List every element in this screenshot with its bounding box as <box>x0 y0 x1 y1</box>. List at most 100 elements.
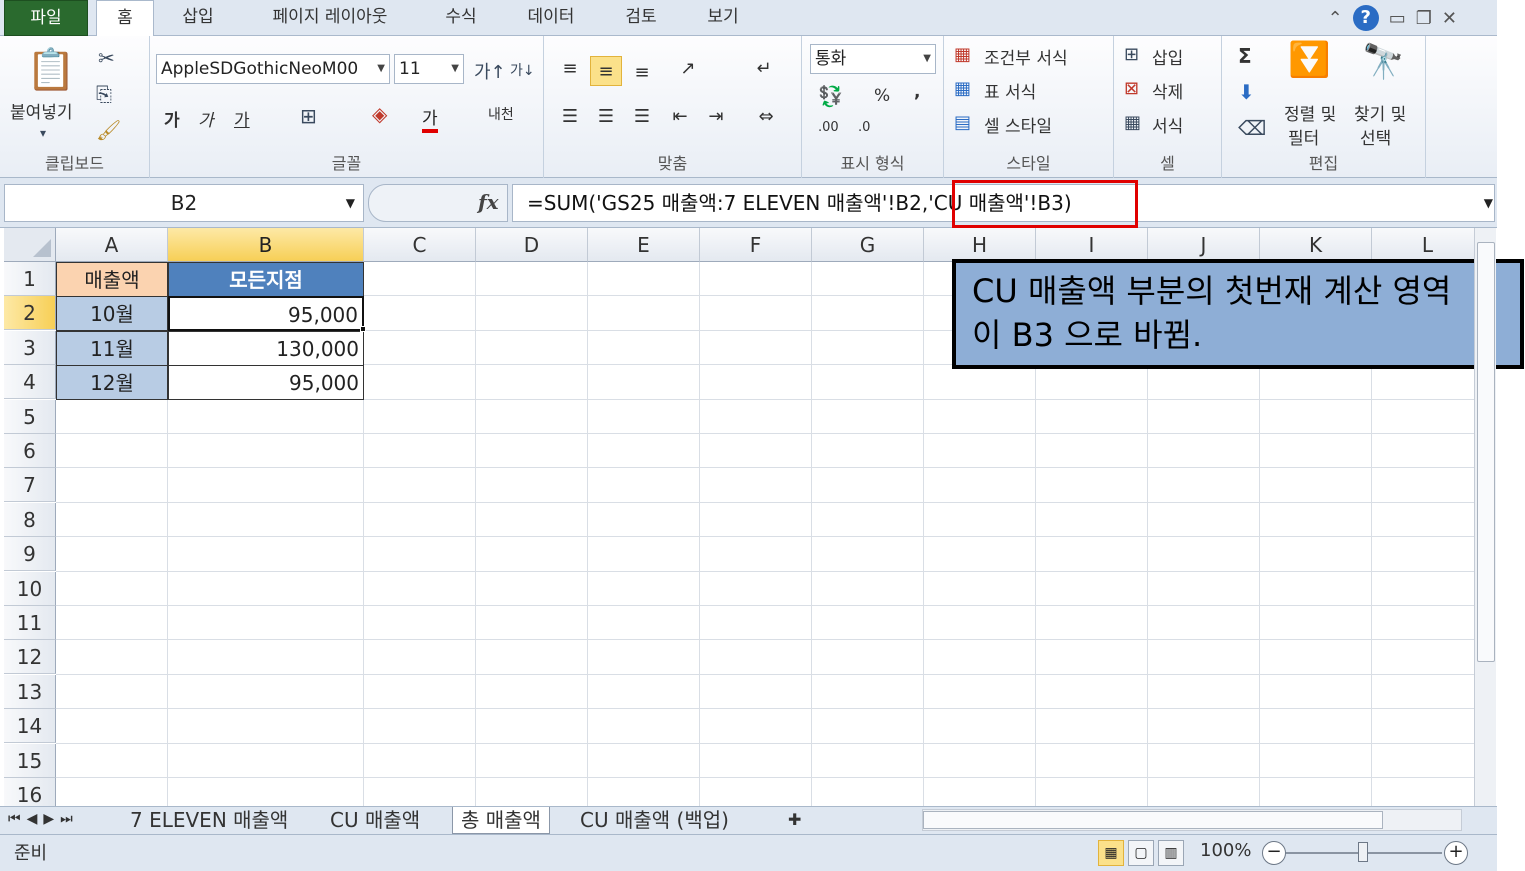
font-color-button[interactable]: 가 <box>422 104 438 133</box>
vertical-scrollbar[interactable] <box>1474 228 1496 806</box>
row-header-11[interactable]: 11 <box>4 606 56 640</box>
zoom-level[interactable]: 100% <box>1200 840 1251 861</box>
row-header-16[interactable]: 16 <box>4 778 56 806</box>
number-format-select[interactable]: 통화 ▼ <box>810 44 936 74</box>
cell-styles-button[interactable]: 셀 스타일 <box>984 112 1052 137</box>
name-box[interactable]: B2 ▼ <box>4 184 364 222</box>
row-header-12[interactable]: 12 <box>4 640 56 675</box>
cell-b1[interactable]: 모든지점 <box>168 262 364 297</box>
paste-button[interactable]: 붙여넣기 <box>10 98 73 123</box>
paste-icon[interactable]: 📋 <box>26 46 76 93</box>
tab-file[interactable]: 파일 <box>4 0 88 36</box>
autosum-button[interactable]: Σ <box>1238 44 1252 68</box>
sort-filter-label-1[interactable]: 정렬 및 <box>1284 100 1336 125</box>
italic-button[interactable]: 가 <box>198 106 214 131</box>
cell-a1[interactable]: 매출액 <box>56 262 168 297</box>
clear-icon[interactable]: ⌫ <box>1238 116 1266 140</box>
fill-color-icon[interactable]: ◈ <box>372 102 387 126</box>
paste-dropdown-icon[interactable]: ▾ <box>40 126 46 140</box>
cell-b2-active[interactable]: 95,000 <box>168 296 364 331</box>
cell-a3[interactable]: 11월 <box>56 331 168 366</box>
decrease-decimal-button[interactable]: .0 <box>858 120 870 135</box>
row-header-4[interactable]: 4 <box>4 365 56 400</box>
format-as-table-button[interactable]: 표 서식 <box>984 78 1036 103</box>
font-size-select[interactable]: 11 ▼ <box>394 54 464 84</box>
sort-filter-label-2[interactable]: 필터 <box>1288 124 1319 149</box>
find-select-label-1[interactable]: 찾기 및 <box>1354 100 1406 125</box>
row-header-7[interactable]: 7 <box>4 468 56 503</box>
page-layout-view-icon[interactable]: ▢ <box>1128 840 1154 866</box>
align-top-icon[interactable]: ≡ <box>554 54 586 84</box>
row-header-13[interactable]: 13 <box>4 674 56 709</box>
insert-cells-button[interactable]: 삽입 <box>1152 44 1183 69</box>
tab-page-layout[interactable]: 페이지 레이아웃 <box>250 0 410 36</box>
align-center-icon[interactable]: ☰ <box>590 102 622 132</box>
insert-function-icon[interactable]: fx <box>478 190 499 214</box>
column-header-g[interactable]: G <box>812 228 924 262</box>
expand-formula-icon[interactable]: ▼ <box>1484 196 1493 210</box>
column-header-a[interactable]: A <box>56 228 168 262</box>
column-header-d[interactable]: D <box>476 228 588 262</box>
help-icon[interactable]: ? <box>1352 5 1379 31</box>
horizontal-scrollbar[interactable] <box>922 809 1462 831</box>
font-name-select[interactable]: AppleSDGothicNeoM00 ▼ <box>156 54 390 84</box>
row-header-1[interactable]: 1 <box>4 262 56 296</box>
column-header-l[interactable]: L <box>1372 228 1474 262</box>
minimize-icon[interactable]: ▭ <box>1389 8 1406 29</box>
row-header-9[interactable]: 9 <box>4 537 56 572</box>
increase-indent-icon[interactable]: ⇥ <box>700 102 732 132</box>
cell-b3[interactable]: 130,000 <box>168 331 364 366</box>
align-left-icon[interactable]: ☰ <box>554 102 586 132</box>
row-header-2[interactable]: 2 <box>4 296 56 331</box>
sheet-tab-7eleven[interactable]: 7 ELEVEN 매출액 <box>122 807 296 834</box>
underline-button[interactable]: 가 <box>234 106 250 131</box>
tab-data[interactable]: 데이터 <box>512 0 590 36</box>
row-header-8[interactable]: 8 <box>4 502 56 537</box>
cell-a4[interactable]: 12월 <box>56 365 168 400</box>
row-header-3[interactable]: 3 <box>4 330 56 365</box>
select-all-corner[interactable] <box>4 228 56 262</box>
tab-formulas[interactable]: 수식 <box>432 0 490 36</box>
tab-review[interactable]: 검토 <box>612 0 670 36</box>
delete-cells-button[interactable]: 삭제 <box>1152 78 1183 103</box>
decrease-indent-icon[interactable]: ⇤ <box>664 102 696 132</box>
vertical-scroll-thumb[interactable] <box>1477 242 1495 662</box>
accounting-format-icon[interactable]: 💱 <box>818 84 843 108</box>
chevron-down-icon[interactable]: ▼ <box>346 185 355 221</box>
normal-view-icon[interactable]: ▦ <box>1098 840 1124 866</box>
ribbon-minimize-icon[interactable]: ⌃ <box>1328 8 1343 29</box>
align-bottom-icon[interactable]: ≡ <box>626 58 658 88</box>
comma-button[interactable]: , <box>914 82 920 102</box>
column-header-k[interactable]: K <box>1260 228 1372 262</box>
tab-home[interactable]: 홈 <box>96 0 154 37</box>
zoom-slider-thumb[interactable] <box>1358 842 1368 862</box>
column-header-b[interactable]: B <box>168 228 364 262</box>
phonetic-button[interactable]: 내천 <box>488 104 514 124</box>
column-header-i[interactable]: I <box>1036 228 1148 262</box>
column-header-j[interactable]: J <box>1148 228 1260 262</box>
zoom-out-icon[interactable]: − <box>1262 841 1286 865</box>
borders-icon[interactable]: ⊞ <box>300 104 317 128</box>
merge-center-icon[interactable]: ⇔ <box>750 102 782 132</box>
horizontal-scroll-thumb[interactable] <box>923 811 1383 829</box>
cell-a2[interactable]: 10월 <box>56 296 168 331</box>
insert-sheet-icon[interactable]: ✚ <box>780 807 809 834</box>
row-header-10[interactable]: 10 <box>4 571 56 606</box>
sheet-tab-total[interactable]: 총 매출액 <box>452 807 550 834</box>
fill-icon[interactable]: ⬇ <box>1238 80 1255 104</box>
bold-button[interactable]: 가 <box>164 106 180 131</box>
cut-icon[interactable]: ✂ <box>98 46 115 70</box>
shrink-font-icon[interactable]: 가↓ <box>510 60 535 80</box>
page-break-view-icon[interactable]: ▥ <box>1158 840 1184 866</box>
conditional-format-button[interactable]: 조건부 서식 <box>984 44 1068 69</box>
orientation-icon[interactable]: ↗ <box>672 54 704 84</box>
close-icon[interactable]: ✕ <box>1442 8 1457 29</box>
row-header-5[interactable]: 5 <box>4 399 56 434</box>
cell-b4[interactable]: 95,000 <box>168 365 364 400</box>
row-header-14[interactable]: 14 <box>4 709 56 744</box>
column-header-e[interactable]: E <box>588 228 700 262</box>
format-painter-icon[interactable]: 🖌 <box>96 118 121 142</box>
sheet-nav-arrows-icon[interactable]: ⏮◀▶⏭ <box>8 811 79 827</box>
fill-handle[interactable] <box>360 326 366 332</box>
tab-view[interactable]: 보기 <box>694 0 752 36</box>
